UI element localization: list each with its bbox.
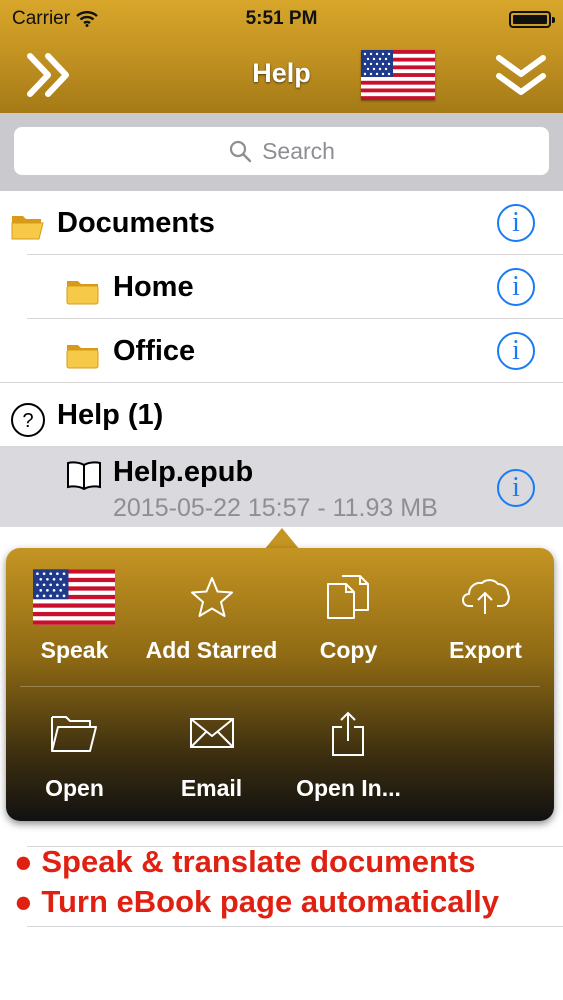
navigation-bar: Help: [0, 38, 563, 113]
add-starred-button[interactable]: Add Starred: [143, 548, 280, 686]
svg-text:?: ?: [22, 410, 33, 432]
open-folder-icon: [11, 216, 44, 240]
status-bar: Carrier 5:51 PM: [0, 0, 563, 38]
list-item-office[interactable]: Office i: [0, 319, 563, 383]
divider: [27, 926, 563, 927]
add-starred-label: Add Starred: [145, 637, 278, 663]
list-item-help-epub[interactable]: Help.epub 2015-05-22 15:57 - 11.93 MB i: [0, 447, 563, 527]
open-in-label: Open In...: [296, 775, 401, 801]
row-label: Help (1): [57, 399, 164, 431]
open-book-icon: [67, 461, 101, 490]
info-icon[interactable]: i: [497, 268, 535, 306]
top-bar: Carrier 5:51 PM Help: [0, 0, 563, 113]
export-label: Export: [449, 637, 522, 663]
file-name: Help.epub: [113, 456, 254, 488]
email-label: Email: [180, 775, 243, 801]
cloud-upload-icon: [462, 579, 510, 614]
search-input[interactable]: Search: [14, 127, 549, 175]
row-label: Documents: [57, 207, 215, 239]
copy-icon: [327, 575, 369, 619]
share-icon: [332, 711, 364, 756]
double-chevron-down-icon[interactable]: [495, 52, 547, 98]
row-label: Office: [113, 335, 196, 367]
promo-line-2: ● Turn eBook page automatically: [14, 884, 499, 919]
list-item-home[interactable]: Home i: [0, 255, 563, 319]
list-item-help-group[interactable]: ? Help (1): [0, 383, 563, 446]
info-icon[interactable]: i: [497, 469, 535, 507]
list-item-documents[interactable]: Documents i: [0, 191, 563, 255]
open-button[interactable]: Open: [6, 687, 143, 821]
open-in-button[interactable]: Open In...: [280, 687, 417, 821]
file-meta: 2015-05-22 15:57 - 11.93 MB: [113, 494, 438, 522]
folder-icon: [66, 345, 99, 369]
copy-button[interactable]: Copy: [280, 548, 417, 686]
search-bar: Search: [0, 113, 563, 191]
folder-icon: [66, 281, 99, 305]
clock: 5:51 PM: [245, 8, 318, 29]
speak-button[interactable]: Speak: [6, 548, 143, 686]
info-icon[interactable]: i: [497, 204, 535, 242]
open-label: Open: [45, 775, 104, 801]
page-title: Help: [252, 58, 311, 88]
us-flag-icon[interactable]: [361, 50, 435, 100]
email-button[interactable]: Email: [143, 687, 280, 821]
search-icon: [229, 140, 252, 163]
speak-label: Speak: [40, 637, 109, 663]
copy-label: Copy: [319, 637, 378, 663]
question-circle-icon: ?: [11, 403, 45, 437]
us-flag-icon: [33, 569, 115, 625]
info-icon[interactable]: i: [497, 332, 535, 370]
envelope-icon: [190, 718, 234, 748]
export-button[interactable]: Export: [417, 548, 554, 686]
star-icon: [191, 577, 233, 617]
popover-arrow: [264, 528, 300, 550]
battery-icon: [509, 11, 555, 28]
folder-icon: [51, 716, 97, 752]
action-popover: Speak Add Starred Copy Export Open Email…: [6, 548, 554, 821]
promo-line-1: ● Speak & translate documents: [14, 844, 476, 879]
search-placeholder: Search: [262, 137, 335, 164]
row-label: Home: [113, 271, 194, 303]
